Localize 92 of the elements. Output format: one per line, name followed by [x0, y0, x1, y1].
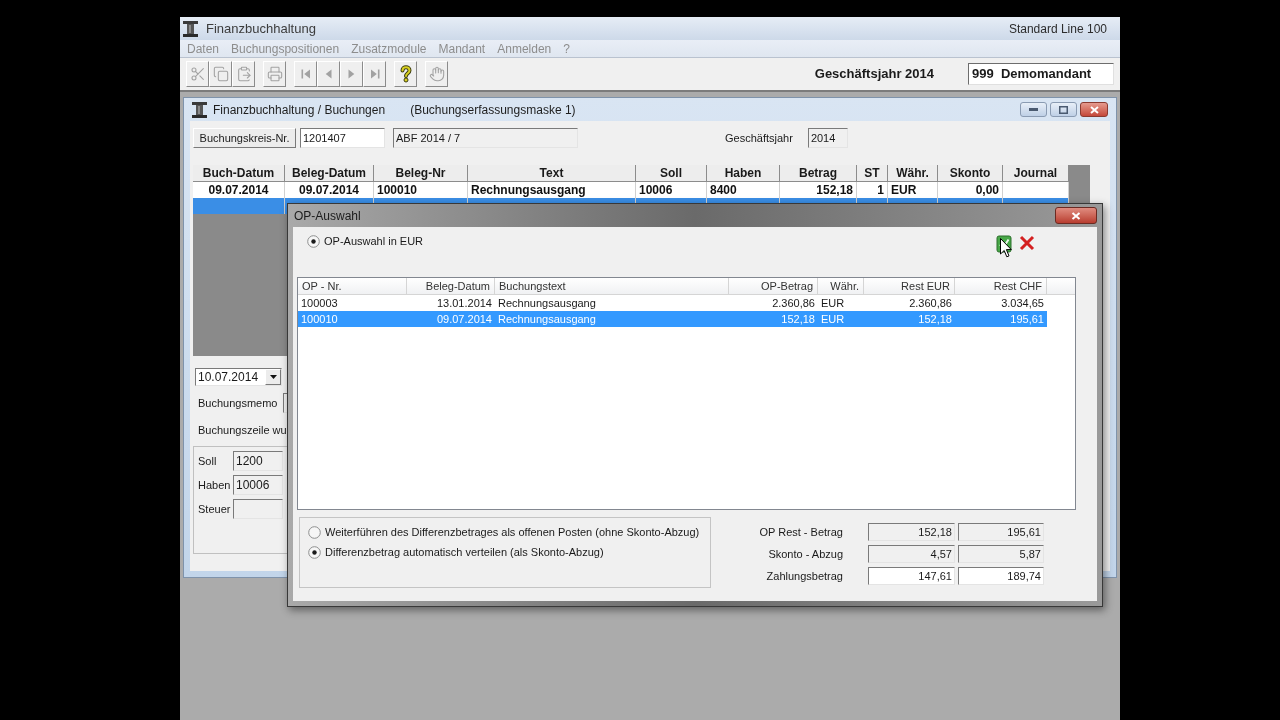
date-combo[interactable]: 10.07.2014: [195, 368, 282, 386]
scissors-icon: [189, 66, 206, 82]
copy-icon: [212, 66, 229, 82]
close-icon: [1089, 105, 1099, 114]
table-row[interactable]: 09.07.2014 09.07.2014 100010 Rechnungsausgang 10006 8400 152,18 1 EUR 0,00: [193, 182, 1069, 198]
list-cell-text: 100010: [300, 312, 339, 327]
dropdown-button[interactable]: [265, 369, 281, 385]
close-icon: [1071, 211, 1081, 220]
fiscal-year-label: Geschäftsjahr: [725, 131, 793, 146]
list-cell-text: 3.034,65: [1000, 296, 1045, 311]
column-header[interactable]: Rest CHF: [955, 278, 1047, 295]
radio-option[interactable]: OP-Auswahl in EUR: [307, 234, 424, 248]
column-header[interactable]: OP - Nr.: [298, 278, 407, 295]
fiscal-year-label: Geschäftsjahr 2014: [814, 65, 934, 84]
amount-field[interactable]: 189,74: [958, 567, 1044, 585]
column-header[interactable]: Buch-Datum: [193, 165, 285, 182]
column-header[interactable]: Soll: [636, 165, 707, 182]
account-field[interactable]: [233, 499, 283, 519]
pillar-icon: [182, 20, 199, 37]
previous-record-icon: [324, 68, 333, 80]
booking-circle-name-field[interactable]: ABF 2014 / 7: [393, 128, 578, 148]
account-label: Haben: [198, 477, 232, 493]
column-header[interactable]: ST: [857, 165, 888, 182]
column-header[interactable]: Beleg-Datum: [407, 278, 495, 295]
maximize-button[interactable]: [1050, 102, 1077, 117]
pillar-icon: [191, 101, 208, 118]
column-header[interactable]: Haben: [707, 165, 780, 182]
booking-circle-number-field[interactable]: 1201407: [300, 128, 385, 148]
amount-field[interactable]: 4,57: [868, 545, 955, 563]
cancel-icon: [1018, 234, 1035, 251]
last-record-icon: [368, 68, 381, 80]
column-header[interactable]: Währ.: [888, 165, 938, 182]
memo-label: Buchungsmemo: [198, 395, 279, 411]
hand-icon: [428, 66, 445, 82]
column-header[interactable]: Beleg-Datum: [285, 165, 374, 182]
window-title: Finanzbuchhaltung: [206, 19, 316, 38]
amount-field[interactable]: 5,87: [958, 545, 1044, 563]
mouse-pointer-icon: [1000, 238, 1012, 258]
total-label: OP Rest - Betrag: [758, 524, 843, 540]
edition-label: Standard Line 100: [1008, 20, 1107, 38]
client-field[interactable]: 999 Demomandant: [968, 63, 1114, 85]
cancel-button[interactable]: [1018, 234, 1035, 251]
list-cell-text: EUR: [820, 296, 846, 311]
first-record-icon: [299, 68, 312, 80]
column-header[interactable]: Journal: [1003, 165, 1069, 182]
list-cell-text: 09.07.2014: [435, 312, 493, 327]
window-title: Finanzbuchhaltung / Buchungen: [213, 101, 386, 119]
list-cell-text: 13.01.2014: [435, 296, 493, 311]
account-label: Soll: [198, 453, 218, 469]
column-header[interactable]: Buchungstext: [495, 278, 729, 295]
next-record-icon: [347, 68, 356, 80]
column-header[interactable]: Währ.: [818, 278, 864, 295]
close-button[interactable]: [1055, 207, 1097, 224]
window-subtitle: (Buchungserfassungsmaske 1): [410, 101, 576, 119]
list-cell-text: 152,18: [780, 312, 816, 327]
dialog-title: OP-Auswahl: [294, 207, 361, 225]
list-cell-text: 195,61: [1009, 312, 1045, 327]
radio-option[interactable]: Differenzbetrag automatisch verteilen (als Skonto-Abzug): [308, 545, 604, 559]
column-header[interactable]: OP-Betrag: [729, 278, 818, 295]
column-header[interactable]: Betrag: [780, 165, 857, 182]
account-field[interactable]: 1200: [233, 451, 283, 471]
list-cell-text: 2.360,86: [908, 296, 953, 311]
total-label: Skonto - Abzug: [767, 546, 843, 562]
booking-circle-button[interactable]: Buchungskreis-Nr.: [193, 128, 296, 148]
amount-field[interactable]: 147,61: [868, 567, 955, 585]
caret-icon: [269, 375, 277, 379]
column-header[interactable]: Beleg-Nr: [374, 165, 468, 182]
clipboard-icon: [235, 66, 252, 82]
list-cell-text: Rechnungsausgang: [497, 296, 597, 311]
column-header[interactable]: Text: [468, 165, 636, 182]
list-cell-text: 152,18: [917, 312, 953, 327]
fiscal-year-field[interactable]: 2014: [807, 128, 848, 148]
amount-field[interactable]: 195,61: [958, 523, 1044, 541]
total-label: Zahlungsbetrag: [765, 568, 843, 584]
toolbar-button[interactable]: [394, 61, 417, 87]
account-label: Steuer: [198, 501, 232, 517]
list-cell-text: EUR: [820, 312, 846, 327]
maximize-icon: [1059, 105, 1068, 114]
list-cell-text: 2.360,86: [771, 296, 816, 311]
minimize-button[interactable]: [1020, 102, 1047, 117]
minimize-icon: [1029, 108, 1038, 111]
help-icon: [399, 65, 412, 83]
column-header[interactable]: Rest EUR: [864, 278, 955, 295]
column-header[interactable]: Skonto: [938, 165, 1003, 182]
list-cell-text: Rechnungsausgang: [497, 312, 597, 327]
status-text: Buchungszeile wu: [198, 423, 287, 437]
list-cell-text: 100003: [300, 296, 339, 311]
close-button[interactable]: [1080, 102, 1108, 117]
printer-icon: [266, 66, 283, 82]
amount-field[interactable]: 152,18: [868, 523, 955, 541]
radio-option[interactable]: Weiterführen des Differenzbetrages als offenen Posten (ohne Skonto-Abzug): [308, 525, 700, 539]
account-field[interactable]: 10006: [233, 475, 283, 495]
